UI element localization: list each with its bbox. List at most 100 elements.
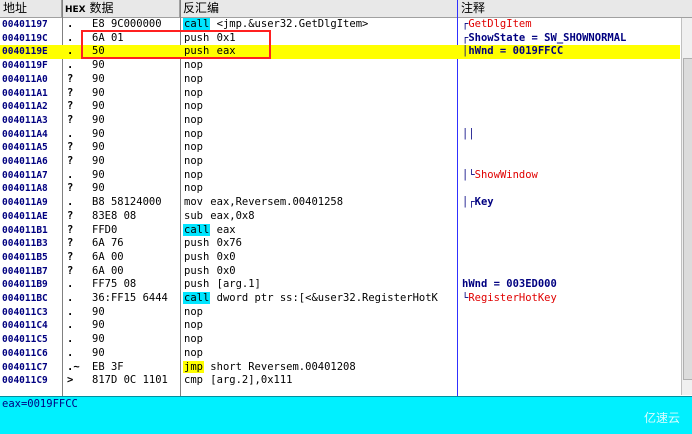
row-mnemonic: nop <box>184 72 203 85</box>
row-marker: . <box>67 305 74 318</box>
scrollbar-thumb[interactable] <box>683 58 692 380</box>
row-marker: ? <box>67 209 74 222</box>
row-operands: eax,0x8 <box>210 209 255 222</box>
disasm-row[interactable]: 004011B3? 6A 76 push 0x76 <box>0 237 680 251</box>
row-mnemonic: nop <box>184 127 203 140</box>
row-comment-text: hWnd = 0019FFCC <box>468 45 564 58</box>
disasm-row[interactable]: 004011A5? 90 nop <box>0 141 680 155</box>
row-marker: . <box>67 278 74 291</box>
header-hex[interactable]: HEX 数据 <box>62 0 180 17</box>
disasm-row[interactable]: 004011A4. 90 nop ││ <box>0 128 680 142</box>
disasm-row[interactable]: 004011C5. 90 nop <box>0 333 680 347</box>
row-comment-text: GetDlgItem <box>468 18 532 30</box>
disasm-row[interactable]: 004011A6? 90 nop <box>0 155 680 169</box>
row-operands: 0x0 <box>216 250 236 263</box>
vertical-scrollbar[interactable] <box>681 18 692 395</box>
row-mnemonic: push <box>184 250 210 263</box>
row-comment <box>462 87 680 101</box>
disasm-row[interactable]: 004011B1? FFD0 call eax <box>0 223 680 238</box>
row-address: 004011BC <box>2 293 48 304</box>
row-hex-bytes: 90 <box>92 319 105 332</box>
row-mnemonic: call <box>183 18 211 30</box>
row-marker: . <box>67 333 74 346</box>
row-mnemonic: nop <box>184 100 203 113</box>
header-disassembly[interactable]: 反汇编 <box>180 0 458 17</box>
row-marker: ? <box>67 72 74 85</box>
disasm-row[interactable]: 004011C7 .~ EB 3F jmp short Reversem.004012… <box>0 360 680 375</box>
row-hex-bytes: 6A 76 <box>92 237 124 250</box>
row-comment <box>462 182 680 196</box>
disasm-row[interactable]: 0040119F. 90 nop <box>0 59 680 73</box>
row-address: 004011A3 <box>2 114 48 126</box>
header-address[interactable]: 地址 <box>0 0 62 17</box>
disasm-row[interactable]: 004011B7? 6A 00 push 0x0 <box>0 265 680 279</box>
row-disassembly: call eax <box>183 223 455 238</box>
disasm-row[interactable]: 004011A3? 90 nop <box>0 114 680 128</box>
row-mnemonic: push <box>184 237 210 250</box>
row-disassembly: nop <box>183 59 455 73</box>
row-disassembly: nop <box>183 114 455 128</box>
disasm-row[interactable]: 004011C3. 90 nop <box>0 306 680 320</box>
row-comment: ┌ShowState = SW_SHOWNORMAL <box>462 32 680 46</box>
row-marker: . <box>67 319 74 332</box>
row-address: 004011B7 <box>2 265 48 277</box>
disasm-row[interactable]: 004011B5? 6A 00 push 0x0 <box>0 251 680 265</box>
column-header: 地址 HEX 数据 反汇编 注释 <box>0 0 692 18</box>
row-hex-bytes: 90 <box>92 168 105 181</box>
row-mnemonic: nop <box>184 168 203 181</box>
row-hex-bytes: 90 <box>92 113 105 126</box>
row-marker: .~ <box>67 360 80 373</box>
row-comment: hWnd = 003ED000 <box>462 278 680 292</box>
row-disassembly: push 0x0 <box>183 251 455 265</box>
row-marker: . <box>67 196 74 209</box>
row-address: 004011C5 <box>2 334 48 346</box>
disasm-row[interactable]: 004011BC. 36:FF15 6444 call dword ptr ss:[… <box>0 292 680 306</box>
row-disassembly: sub eax,0x8 <box>183 210 455 224</box>
row-comment: └RegisterHotKey <box>462 292 680 306</box>
disasm-row[interactable]: 004011C4. 90 nop <box>0 319 680 333</box>
disassembly-pane[interactable]: 00401197. E8 9C000000 call <jmp.&user32.Ge… <box>0 18 680 395</box>
row-comment <box>462 114 680 128</box>
disasm-row[interactable]: 004011A7. 90 nop │└ShowWindow <box>0 169 680 183</box>
row-marker: ? <box>67 264 74 277</box>
row-comment <box>462 361 680 375</box>
row-mnemonic: nop <box>184 182 203 195</box>
row-comment-bracket: │└ <box>462 168 475 181</box>
row-address: 004011C7 <box>2 361 48 373</box>
row-operands: eax,Reversem.00401258 <box>210 196 344 209</box>
row-comment-text: ShowWindow <box>474 168 538 181</box>
row-mnemonic: push <box>184 278 210 291</box>
row-hex-bytes: 90 <box>92 305 105 318</box>
row-operands: 0x76 <box>216 237 242 250</box>
row-marker: . <box>67 18 74 30</box>
row-mnemonic: nop <box>184 141 203 154</box>
disasm-row[interactable]: 004011A1? 90 nop <box>0 87 680 101</box>
watermark-text: 亿速云 <box>643 411 680 425</box>
row-marker: . <box>67 292 74 304</box>
register-info: eax=0019FFCC <box>2 398 78 410</box>
row-comment: ││ <box>462 128 680 142</box>
disasm-row[interactable]: 004011B9. FF75 08 push [arg.1] hWnd = 003ED… <box>0 278 680 292</box>
row-comment-text: RegisterHotKey <box>468 292 557 304</box>
disasm-row[interactable]: 004011AE? 83E8 08 sub eax,0x8 <box>0 210 680 224</box>
row-disassembly: cmp [arg.2],0x111 <box>183 374 455 388</box>
row-disassembly: nop <box>183 141 455 155</box>
row-comment <box>462 237 680 251</box>
row-address: 004011A9 <box>2 197 48 209</box>
row-hex-bytes: FF75 08 <box>92 278 137 291</box>
disasm-row[interactable]: 004011A2? 90 nop <box>0 100 680 114</box>
row-comment <box>462 265 680 279</box>
row-marker: ? <box>67 237 74 250</box>
disasm-row[interactable]: 004011C9 >817D 0C 1101 cmp [arg.2],0x111 <box>0 374 680 388</box>
disasm-row[interactable]: 004011A8? 90 nop <box>0 182 680 196</box>
row-marker: ? <box>67 141 74 154</box>
disasm-row[interactable]: 004011A0? 90 nop <box>0 73 680 87</box>
row-hex-bytes: 90 <box>92 59 105 72</box>
row-hex-bytes: 90 <box>92 127 105 140</box>
row-hex-bytes: 90 <box>92 155 105 167</box>
row-marker: > <box>67 374 74 387</box>
disasm-row[interactable]: 004011A9. B8 58124000 mov eax,Reversem.004… <box>0 196 680 210</box>
header-comment[interactable]: 注释 <box>458 0 692 17</box>
disasm-row[interactable]: 004011C6. 90 nop <box>0 347 680 361</box>
row-operands: <jmp.&user32.GetDlgItem> <box>216 18 369 30</box>
